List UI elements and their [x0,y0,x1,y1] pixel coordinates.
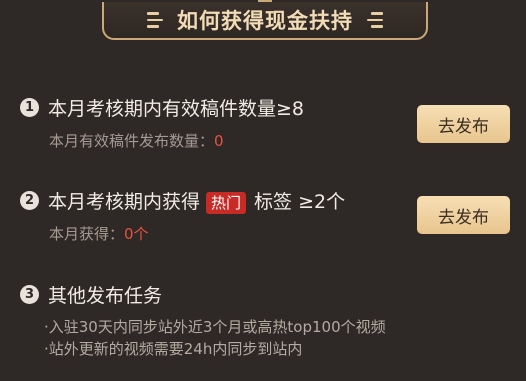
menu-lines-icon [367,12,383,28]
header: 如何获得现金扶持 [0,0,526,50]
number-badge: 1 [20,98,39,117]
task-title-prefix: 本月考核期内获得 [48,191,201,213]
progress-value: 0个 [124,225,149,243]
menu-lines-icon [147,12,163,28]
list-item: ·站外更新的视频需要24h内同步到站内 [44,340,303,358]
task-title: 本月考核期内获得 热门 标签 ≥2个 [48,187,345,214]
task-bullet-list: ·入驻30天内同步站外近3个月或高热top100个视频 ·站外更新的视频需要24… [44,316,386,360]
progress-label: 本月获得： [49,225,125,243]
task-progress: 本月有效稿件发布数量：0 [49,130,304,151]
task-item-1: 1 本月考核期内有效稿件数量≥8 本月有效稿件发布数量：0 [20,94,304,151]
task-item-2: 2 本月考核期内获得 热门 标签 ≥2个 本月获得：0个 [20,187,345,244]
number-badge: 2 [20,191,39,210]
progress-label: 本月有效稿件发布数量： [49,132,215,150]
task-progress: 本月获得：0个 [49,223,345,244]
task-item-3: 3 其他发布任务 ·入驻30天内同步站外近3个月或高热top100个视频 ·站外… [20,281,386,360]
progress-value: 0 [214,132,224,150]
task-title: 其他发布任务 [48,285,163,307]
task-title-suffix: 标签 ≥2个 [254,191,346,213]
number-badge: 3 [20,285,39,304]
task-title: 本月考核期内有效稿件数量≥8 [48,98,305,120]
page-title: 如何获得现金扶持 [177,9,353,33]
hot-tag: 热门 [206,191,247,214]
list-item: ·入驻30天内同步站外近3个月或高热top100个视频 [44,318,386,336]
publish-button[interactable]: 去发布 [417,105,510,143]
cash-support-panel: 如何获得现金扶持 1 本月考核期内有效稿件数量≥8 本月有效稿件发布数量：0 去… [0,0,526,381]
publish-button[interactable]: 去发布 [417,196,510,234]
header-banner: 如何获得现金扶持 [102,0,428,40]
